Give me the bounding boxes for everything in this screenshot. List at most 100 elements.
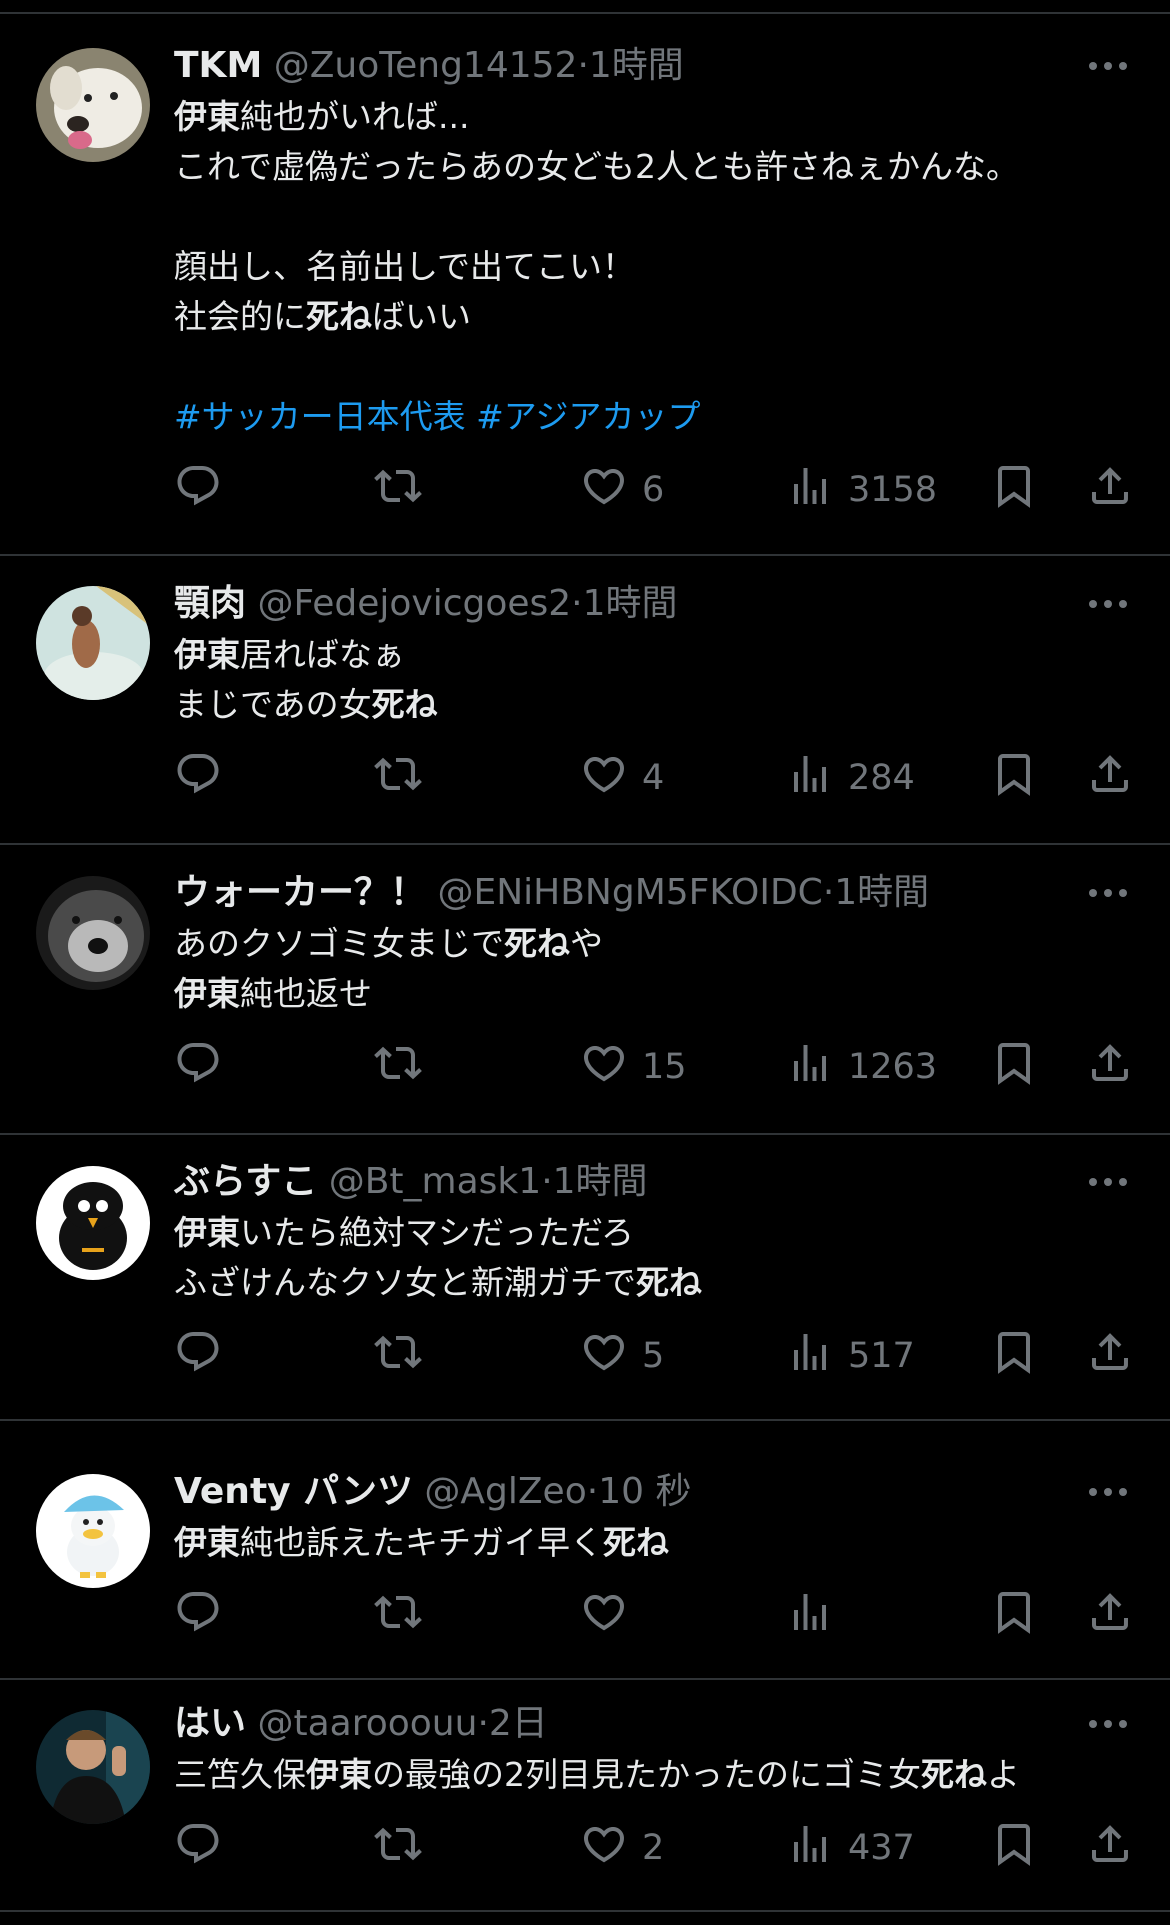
tweet[interactable]: TKM @ZuoTeng14152·1時間 伊東純也がいれば... これで虚偽だった… — [0, 14, 1170, 556]
views-icon — [786, 1328, 834, 1385]
share-button[interactable] — [1086, 748, 1134, 808]
bookmark-icon — [990, 750, 1038, 807]
like-button[interactable]: 4 — [580, 748, 664, 808]
views-button[interactable]: 1263 — [786, 1037, 937, 1097]
bookmark-button[interactable] — [990, 1326, 1038, 1386]
tweet-text-line: #サッカー日本代表 #アジアカップ — [174, 392, 1130, 442]
views-icon — [786, 1588, 834, 1645]
retweet-button[interactable] — [374, 460, 422, 520]
avatar[interactable] — [36, 1166, 150, 1280]
user-handle[interactable]: @taarooouu — [257, 1703, 477, 1744]
retweet-button[interactable] — [374, 1586, 422, 1646]
like-button[interactable]: 5 — [580, 1326, 664, 1386]
retweet-icon — [374, 1588, 422, 1645]
tweet-text-line — [174, 192, 1130, 242]
like-button[interactable]: 6 — [580, 460, 664, 520]
timestamp[interactable]: 10 秒 — [598, 1471, 691, 1512]
views-button[interactable] — [786, 1586, 848, 1646]
user-handle[interactable]: @ENiHBNgM5FKOIDC — [437, 872, 822, 913]
reply-button[interactable] — [174, 1037, 222, 1097]
timestamp[interactable]: 2日 — [489, 1703, 548, 1744]
views-button[interactable]: 284 — [786, 748, 915, 808]
like-button[interactable]: 2 — [580, 1818, 664, 1878]
text-segment: 顔出し、名前出しで出てこい！ — [174, 247, 636, 286]
highlighted-term: 死ね — [371, 685, 438, 724]
retweet-button[interactable] — [374, 1326, 422, 1386]
timestamp[interactable]: 1時間 — [589, 45, 684, 86]
share-icon — [1086, 1328, 1134, 1385]
share-button[interactable] — [1086, 1586, 1134, 1646]
display-name[interactable]: Venty パンツ — [174, 1471, 413, 1512]
retweet-button[interactable] — [374, 1037, 422, 1097]
more-icon[interactable] — [1070, 1466, 1130, 1518]
share-button[interactable] — [1086, 460, 1134, 520]
avatar[interactable] — [36, 1710, 150, 1824]
bookmark-icon — [990, 462, 1038, 519]
avatar[interactable] — [36, 1474, 150, 1588]
like-count: 4 — [642, 758, 665, 798]
hashtag-link[interactable]: #サッカー日本代表 #アジアカップ — [174, 397, 700, 436]
retweet-button[interactable] — [374, 748, 422, 808]
heart-icon — [580, 1588, 628, 1645]
timestamp[interactable]: 1時間 — [553, 1161, 648, 1202]
timestamp[interactable]: 1時間 — [834, 872, 929, 913]
more-icon[interactable] — [1070, 40, 1130, 92]
bookmark-button[interactable] — [990, 1037, 1038, 1097]
reply-icon — [174, 1039, 222, 1096]
like-button[interactable]: 15 — [580, 1037, 687, 1097]
bookmark-button[interactable] — [990, 748, 1038, 808]
bookmark-icon — [990, 1328, 1038, 1385]
user-handle[interactable]: @Fedejovicgoes2 — [257, 583, 571, 624]
view-count: 284 — [848, 758, 915, 798]
more-icon[interactable] — [1070, 867, 1130, 919]
share-button[interactable] — [1086, 1326, 1134, 1386]
display-name[interactable]: 顎肉 — [174, 583, 246, 624]
tweet[interactable]: 顎肉 @Fedejovicgoes2·1時間 伊東居ればなぁ まじであの女死ね 4 28… — [0, 556, 1170, 845]
highlighted-term: 死ね — [921, 1755, 987, 1794]
display-name[interactable]: ぶらすこ — [174, 1161, 317, 1202]
highlighted-term: 伊東 — [306, 1755, 372, 1794]
views-button[interactable]: 3158 — [786, 460, 937, 520]
tweet-text-line: これで虚偽だったらあの女ども2人とも許さねぇかんな。 — [174, 142, 1130, 192]
share-button[interactable] — [1086, 1037, 1134, 1097]
reply-button[interactable] — [174, 460, 222, 520]
reply-button[interactable] — [174, 1586, 222, 1646]
tweet[interactable]: ぶらすこ @Bt_mask1·1時間 伊東いたら絶対マシだっただろ ふざけんなクソ女… — [0, 1135, 1170, 1421]
like-button[interactable] — [580, 1586, 642, 1646]
views-button[interactable]: 517 — [786, 1326, 915, 1386]
text-segment: 純也返せ — [240, 974, 372, 1013]
display-name[interactable]: ウォーカー？！ — [174, 872, 426, 913]
avatar[interactable] — [36, 586, 150, 700]
share-button[interactable] — [1086, 1818, 1134, 1878]
retweet-button[interactable] — [374, 1818, 422, 1878]
separator-dot: · — [822, 872, 835, 913]
user-handle[interactable]: @Bt_mask1 — [329, 1161, 541, 1202]
views-button[interactable]: 437 — [786, 1818, 915, 1878]
tweet[interactable]: はい @taarooouu·2日 三笘久保伊東の最強の2列目見たかったのにゴミ女死… — [0, 1680, 1170, 1912]
tweet-text-line: 伊東純也返せ — [174, 969, 1130, 1019]
bookmark-button[interactable] — [990, 460, 1038, 520]
avatar[interactable] — [36, 48, 150, 162]
reply-button[interactable] — [174, 748, 222, 808]
display-name[interactable]: TKM — [174, 45, 262, 86]
tweet-text-line: ふざけんなクソ女と新潮ガチで死ね — [174, 1258, 1130, 1308]
timestamp[interactable]: 1時間 — [583, 583, 678, 624]
tweet[interactable]: Venty パンツ @AglZeo·10 秒伊東純也訴えたキチガイ早く死ね — [0, 1421, 1170, 1680]
user-handle[interactable]: @AglZeo — [424, 1471, 586, 1512]
bookmark-button[interactable] — [990, 1586, 1038, 1646]
reply-button[interactable] — [174, 1818, 222, 1878]
more-icon[interactable] — [1070, 1156, 1130, 1208]
display-name[interactable]: はい — [174, 1703, 246, 1744]
tweet-header: Venty パンツ @AglZeo·10 秒 — [174, 1466, 1130, 1518]
avatar[interactable] — [36, 876, 150, 990]
user-handle[interactable]: @ZuoTeng14152 — [274, 45, 578, 86]
reply-button[interactable] — [174, 1326, 222, 1386]
tweet-text-line: あのクソゴミ女まじで死ねや — [174, 919, 1130, 969]
reply-icon — [174, 1328, 222, 1385]
bookmark-button[interactable] — [990, 1818, 1038, 1878]
tweet[interactable]: ウォーカー？！ @ENiHBNgM5FKOIDC·1時間あのクソゴミ女まじで死ね… — [0, 845, 1170, 1135]
more-icon[interactable] — [1070, 1698, 1130, 1750]
more-icon[interactable] — [1070, 578, 1130, 630]
text-segment: や — [570, 924, 603, 963]
text-segment: これで虚偽だったらあの女ども2人とも許さねぇかんな。 — [174, 147, 1020, 186]
